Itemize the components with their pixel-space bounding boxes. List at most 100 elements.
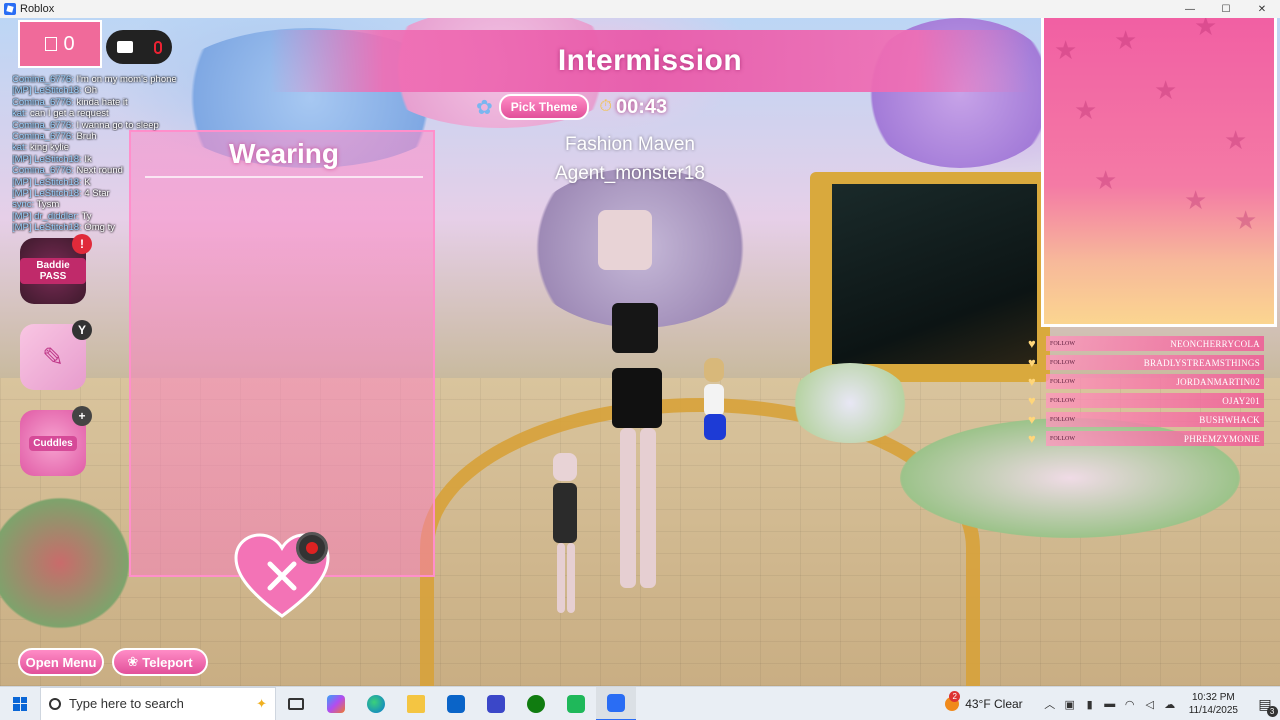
onedrive-icon[interactable]: ☁ — [1161, 687, 1179, 720]
close-window-button[interactable]: ✕ — [1244, 0, 1280, 18]
currency-value: 0 — [63, 32, 75, 55]
stream-overlay-panel: ★ ★ ★ ★ ★ ★ ★ ★ ★ — [1041, 12, 1277, 327]
baddie-pass-label: Baddie PASS — [20, 258, 86, 284]
windows-taskbar: Type here to search ✦ 43°F Clear ︿ ▣ ▮ ▬… — [0, 686, 1280, 720]
heart-icon: ♥ — [1028, 335, 1036, 351]
teleport-button[interactable]: ❀ Teleport — [112, 648, 208, 676]
microphone-muted-icon[interactable] — [153, 40, 162, 54]
heart-icon: ♥ — [1028, 411, 1036, 427]
currency-counter[interactable]: 0 — [18, 20, 102, 68]
volume-icon[interactable]: ◁ — [1141, 687, 1159, 720]
edge-browser-icon[interactable] — [356, 687, 396, 720]
windows-logo-icon — [13, 696, 27, 711]
flower-bush — [790, 363, 910, 443]
star-icon: ★ — [1184, 185, 1208, 215]
outlook-icon[interactable] — [436, 687, 476, 720]
teleport-icon: ❀ — [127, 654, 139, 669]
roblox-taskbar-icon[interactable] — [596, 686, 636, 720]
notification-icon: ▤ 3 — [1258, 696, 1278, 717]
side-menu-icons: Baddie PASS ! ✎ Y Cuddles + — [20, 234, 92, 496]
file-explorer-icon[interactable] — [396, 687, 436, 720]
minimize-button[interactable]: — — [1172, 0, 1208, 18]
star-icon: ★ — [1234, 205, 1258, 235]
mic-tray-icon[interactable]: ▮ — [1081, 687, 1099, 720]
task-view-icon[interactable] — [276, 687, 316, 720]
heart-icon: ♥ — [1028, 392, 1036, 408]
clock-date: 11/14/2025 — [1188, 705, 1238, 716]
taskbar-search[interactable]: Type here to search ✦ — [40, 686, 276, 720]
chat-bubble-icon[interactable] — [116, 41, 133, 53]
weather-widget[interactable]: 43°F Clear — [945, 691, 1023, 711]
chat-line: [MP] LeStitch18: Omg ty — [12, 222, 115, 234]
host-name: Agent_monster18 — [555, 163, 705, 184]
notifications-button[interactable]: ▤ 3 — [1250, 687, 1280, 720]
banner-title: Intermission — [557, 44, 743, 77]
wifi-icon[interactable]: ◠ — [1121, 687, 1139, 720]
pick-theme-button[interactable]: Pick Theme — [498, 94, 590, 120]
clock-time: 10:32 PM — [1191, 692, 1235, 703]
follower-row: ♥ FOLLOW NEONCHERRYCOLA — [1028, 334, 1264, 353]
star-icon: ★ — [1224, 125, 1248, 155]
theme-row: ✿ Pick Theme ⏱ 00:43 — [476, 94, 667, 120]
discord-icon[interactable] — [556, 687, 596, 720]
battery-icon[interactable]: ▬ — [1101, 687, 1119, 720]
star-icon: ★ — [1114, 25, 1138, 55]
palette-icon: ✿ — [476, 96, 493, 119]
chat-line: [MP] LeStitch18: 4 Star — [12, 188, 110, 200]
makeup-kit-button[interactable]: ✎ Y — [20, 320, 92, 390]
currency-icon — [45, 37, 58, 51]
theme-name: Fashion Maven — [565, 134, 695, 155]
player-avatar-main[interactable] — [590, 208, 670, 608]
alert-badge-icon: ! — [72, 234, 92, 254]
star-icon: ★ — [1094, 165, 1118, 195]
open-menu-button[interactable]: Open Menu — [18, 648, 104, 676]
chat-log: Comina_6776: I'm on my mom's phone [MP] … — [12, 74, 217, 234]
record-icon[interactable] — [296, 532, 328, 564]
notification-count: 3 — [1266, 705, 1278, 717]
copilot-sparkle-icon: ✦ — [256, 695, 267, 711]
window-titlebar: Roblox — ☐ ✕ — [0, 0, 1280, 18]
heart-icon: ♥ — [1028, 354, 1036, 370]
intermission-banner: Intermission — [270, 30, 1030, 92]
chat-line: [MP] LeStitch18: K — [12, 176, 91, 188]
chat-line: kat: king kylie — [12, 142, 70, 154]
recent-followers-list: ♥ FOLLOW NEONCHERRYCOLA ♥ FOLLOW BRADLYSTREA… — [1028, 334, 1264, 448]
countdown-timer: 00:43 — [615, 95, 668, 118]
clock[interactable]: 10:32 PM 11/14/2025 — [1189, 691, 1238, 717]
follower-row: ♥ FOLLOW OJAY201 — [1028, 391, 1264, 410]
display-screen — [832, 184, 1037, 364]
follower-row: ♥ FOLLOW PHREMZYMONIE — [1028, 429, 1264, 448]
heart-icon: ♥ — [1028, 430, 1036, 446]
chat-line: Comina_6776: I wanna go to sleep — [12, 119, 159, 131]
window-controls: — ☐ ✕ — [1172, 0, 1280, 18]
baddie-pass-button[interactable]: Baddie PASS ! — [20, 234, 92, 304]
window-title: Roblox — [20, 3, 55, 15]
player-avatar-small[interactable] — [545, 453, 585, 623]
heart-icon: ♥ — [1028, 373, 1036, 389]
y-key-badge: Y — [72, 320, 92, 340]
chat-line: Comina_6776: Next round — [12, 165, 123, 177]
follower-row: ♥ FOLLOW BUSHWHACK — [1028, 410, 1264, 429]
chat-line: Comina_6776: Bruh — [12, 131, 97, 143]
powerapps-icon[interactable] — [476, 687, 516, 720]
chat-line: Comina_6776: kinda hate it — [12, 96, 128, 108]
copilot-icon[interactable] — [316, 687, 356, 720]
add-icon: + — [72, 406, 92, 426]
maximize-button[interactable]: ☐ — [1208, 0, 1244, 18]
chat-line: kat: can I get a request — [12, 108, 109, 120]
roblox-icon — [4, 3, 16, 15]
chevron-up-icon[interactable]: ︿ — [1041, 687, 1059, 720]
camera-icon[interactable]: ▣ — [1061, 687, 1079, 720]
cuddles-button[interactable]: Cuddles + — [20, 406, 92, 476]
chat-line: [MP] LeStitch18: Ik — [12, 153, 92, 165]
system-tray: 43°F Clear ︿ ▣ ▮ ▬ ◠ ◁ ☁ 10:32 PM 11/14/… — [945, 687, 1280, 720]
follower-row: ♥ FOLLOW JORDANMARTIN02 — [1028, 372, 1264, 391]
xbox-icon[interactable] — [516, 687, 556, 720]
chat-line: Comina_6776: I'm on my mom's phone — [12, 74, 177, 85]
cuddles-label: Cuddles — [29, 435, 77, 451]
brush-icon: ✎ — [42, 341, 64, 372]
player-avatar-blue-skirt[interactable] — [698, 358, 732, 478]
search-placeholder: Type here to search — [69, 696, 184, 711]
start-button[interactable] — [0, 687, 40, 720]
weather-icon — [945, 691, 961, 711]
